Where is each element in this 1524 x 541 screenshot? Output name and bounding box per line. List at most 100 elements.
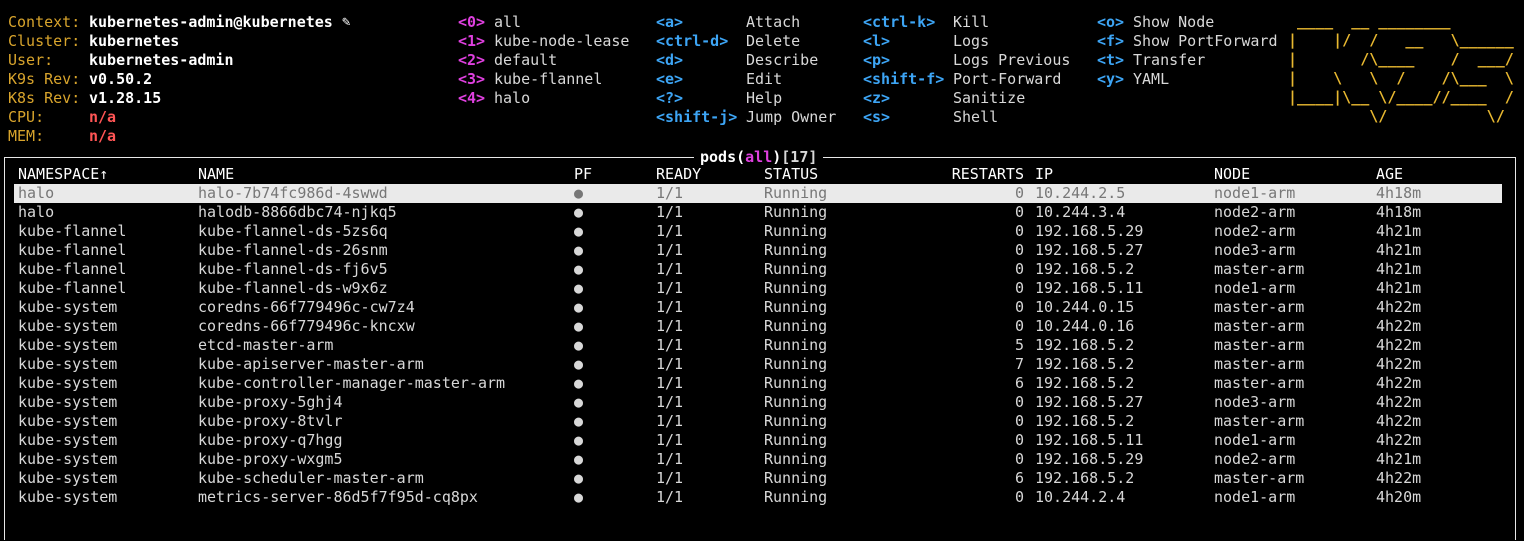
table-row[interactable]: kube-system coredns-66f779496c-kncxw ● 1/1 R… [14, 317, 1502, 336]
hint-label[interactable]: Kill [953, 13, 989, 32]
hint-key[interactable]: <d> [656, 51, 683, 70]
table-row[interactable]: halo halo-7b74fc986d-4swwd ● 1/1 Running 0 10.… [14, 184, 1502, 203]
info-value: n/a [89, 127, 117, 145]
cell-restarts: 5 [1014, 336, 1024, 354]
sort-arrow-icon: ↑ [99, 165, 109, 183]
hint-label[interactable]: Show Node [1133, 13, 1214, 32]
hint-key[interactable]: <f> [1097, 32, 1124, 51]
cell-namespace: kube-flannel [18, 260, 127, 278]
table-row[interactable]: kube-system kube-proxy-8tvlr ● 1/1 Running 0 1… [14, 412, 1502, 431]
hint-key[interactable]: <e> [656, 70, 683, 89]
namespace-item[interactable]: halo [494, 89, 530, 108]
col-header-namespace[interactable]: NAMESPACE↑ [18, 165, 108, 184]
hint-key[interactable]: <shift-j> [656, 108, 737, 127]
namespace-key[interactable]: <1> [458, 32, 485, 51]
cell-ready: 1/1 [656, 184, 684, 202]
hint-label[interactable]: Sanitize [953, 89, 1025, 108]
namespace-item[interactable]: kube-flannel [494, 70, 602, 89]
cell-status: Running [764, 412, 828, 430]
table-row[interactable]: kube-system kube-proxy-5ghj4 ● 1/1 Running 0 1… [14, 393, 1502, 412]
namespace-item[interactable]: all [494, 13, 521, 32]
hint-key[interactable]: <ctrl-k> [863, 13, 935, 32]
cell-status: Running [764, 355, 828, 373]
col-header-restarts[interactable]: RESTARTS [952, 165, 1024, 184]
table-row[interactable]: kube-system coredns-66f779496c-cw7z4 ● 1/1 R… [14, 298, 1502, 317]
hint-key[interactable]: <t> [1097, 51, 1124, 70]
col-header-age[interactable]: AGE [1376, 165, 1403, 184]
col-header-status[interactable]: STATUS [764, 165, 818, 184]
hint-key[interactable]: <shift-f> [863, 70, 944, 89]
namespace-item[interactable]: kube-node-lease [494, 32, 629, 51]
hint-label[interactable]: Transfer [1133, 51, 1205, 70]
cell-age: 4h20m [1376, 488, 1422, 506]
hint-key[interactable]: <?> [656, 89, 683, 108]
namespace-key[interactable]: <3> [458, 70, 485, 89]
col-header-name[interactable]: NAME [198, 165, 234, 184]
cell-age: 4h21m [1376, 241, 1422, 259]
cell-status: Running [764, 279, 828, 297]
table-row[interactable]: kube-system kube-scheduler-master-arm ● 1/1… [14, 469, 1502, 488]
namespace-key[interactable]: <2> [458, 51, 485, 70]
hint-key[interactable]: <y> [1097, 70, 1124, 89]
cell-node: node3-arm [1214, 393, 1296, 411]
hint-label[interactable]: Logs Previous [953, 51, 1070, 70]
cell-ip: 10.244.0.16 [1035, 317, 1135, 335]
col-header-node[interactable]: NODE [1214, 165, 1250, 184]
cell-pf: ● [574, 393, 584, 411]
hint-key[interactable]: <o> [1097, 13, 1124, 32]
table-row[interactable]: kube-system metrics-server-86d5f7f95d-cq8… [14, 488, 1502, 507]
table-row[interactable]: kube-flannel kube-flannel-ds-fj6v5 ● 1/1 Run… [14, 260, 1502, 279]
table-row[interactable]: kube-system kube-apiserver-master-arm ● 1/1… [14, 355, 1502, 374]
cell-pf: ● [574, 260, 584, 278]
cell-ip: 192.168.5.29 [1035, 222, 1144, 240]
cell-age: 4h18m [1376, 203, 1422, 221]
hint-label[interactable]: Describe [746, 51, 818, 70]
cell-ip: 192.168.5.11 [1035, 279, 1144, 297]
table-row[interactable]: kube-flannel kube-flannel-ds-5zs6q ● 1/1 Run… [14, 222, 1502, 241]
hint-key[interactable]: <z> [863, 89, 890, 108]
col-header-ip[interactable]: IP [1035, 165, 1053, 184]
cell-status: Running [764, 298, 828, 316]
cell-status: Running [764, 469, 828, 487]
cell-pf: ● [574, 222, 584, 240]
hint-key[interactable]: <l> [863, 32, 890, 51]
hint-label[interactable]: Help [746, 89, 782, 108]
cell-status: Running [764, 450, 828, 468]
table-row[interactable]: kube-system kube-proxy-wxgm5 ● 1/1 Running 0 1… [14, 450, 1502, 469]
hint-key[interactable]: <a> [656, 13, 683, 32]
table-row[interactable]: kube-system kube-proxy-q7hgg ● 1/1 Running 0 1… [14, 431, 1502, 450]
cell-restarts: 7 [1014, 355, 1024, 373]
cell-status: Running [764, 374, 828, 392]
hint-key[interactable]: <ctrl-d> [656, 32, 728, 51]
cell-namespace: kube-system [18, 317, 118, 335]
pencil-icon[interactable]: ✎ [342, 13, 350, 32]
hint-label[interactable]: Port-Forward [953, 70, 1061, 89]
col-header-pf[interactable]: PF [574, 165, 592, 184]
cell-ip: 192.168.5.2 [1035, 412, 1135, 430]
hint-label[interactable]: Logs [953, 32, 989, 51]
namespace-item[interactable]: default [494, 51, 557, 70]
hint-label[interactable]: YAML [1133, 70, 1169, 89]
hint-label[interactable]: Jump Owner [746, 108, 836, 127]
namespace-key[interactable]: <4> [458, 89, 485, 108]
hint-label[interactable]: Delete [746, 32, 800, 51]
table-row[interactable]: kube-flannel kube-flannel-ds-w9x6z ● 1/1 Run… [14, 279, 1502, 298]
hint-label[interactable]: Show PortForward [1133, 32, 1278, 51]
table-row[interactable]: halo halodb-8866dbc74-njkq5 ● 1/1 Running 0 10… [14, 203, 1502, 222]
cell-age: 4h21m [1376, 260, 1422, 278]
namespace-key[interactable]: <0> [458, 13, 485, 32]
hint-label[interactable]: Attach [746, 13, 800, 32]
cell-ip: 10.244.2.4 [1035, 488, 1126, 506]
hint-key[interactable]: <p> [863, 51, 890, 70]
hint-key[interactable]: <s> [863, 108, 890, 127]
cell-pf: ● [574, 279, 584, 297]
hint-label[interactable]: Edit [746, 70, 782, 89]
table-row[interactable]: kube-flannel kube-flannel-ds-26snm ● 1/1 Run… [14, 241, 1502, 260]
table-row[interactable]: kube-system etcd-master-arm ● 1/1 Running 5 19… [14, 336, 1502, 355]
info-value: kubernetes-admin [89, 51, 234, 69]
cell-ready: 1/1 [656, 241, 684, 259]
table-row[interactable]: kube-system kube-controller-manager-maste… [14, 374, 1502, 393]
logo-line: | \ \ / /\___ \ [1288, 69, 1514, 87]
hint-label[interactable]: Shell [953, 108, 998, 127]
col-header-ready[interactable]: READY [656, 165, 701, 184]
